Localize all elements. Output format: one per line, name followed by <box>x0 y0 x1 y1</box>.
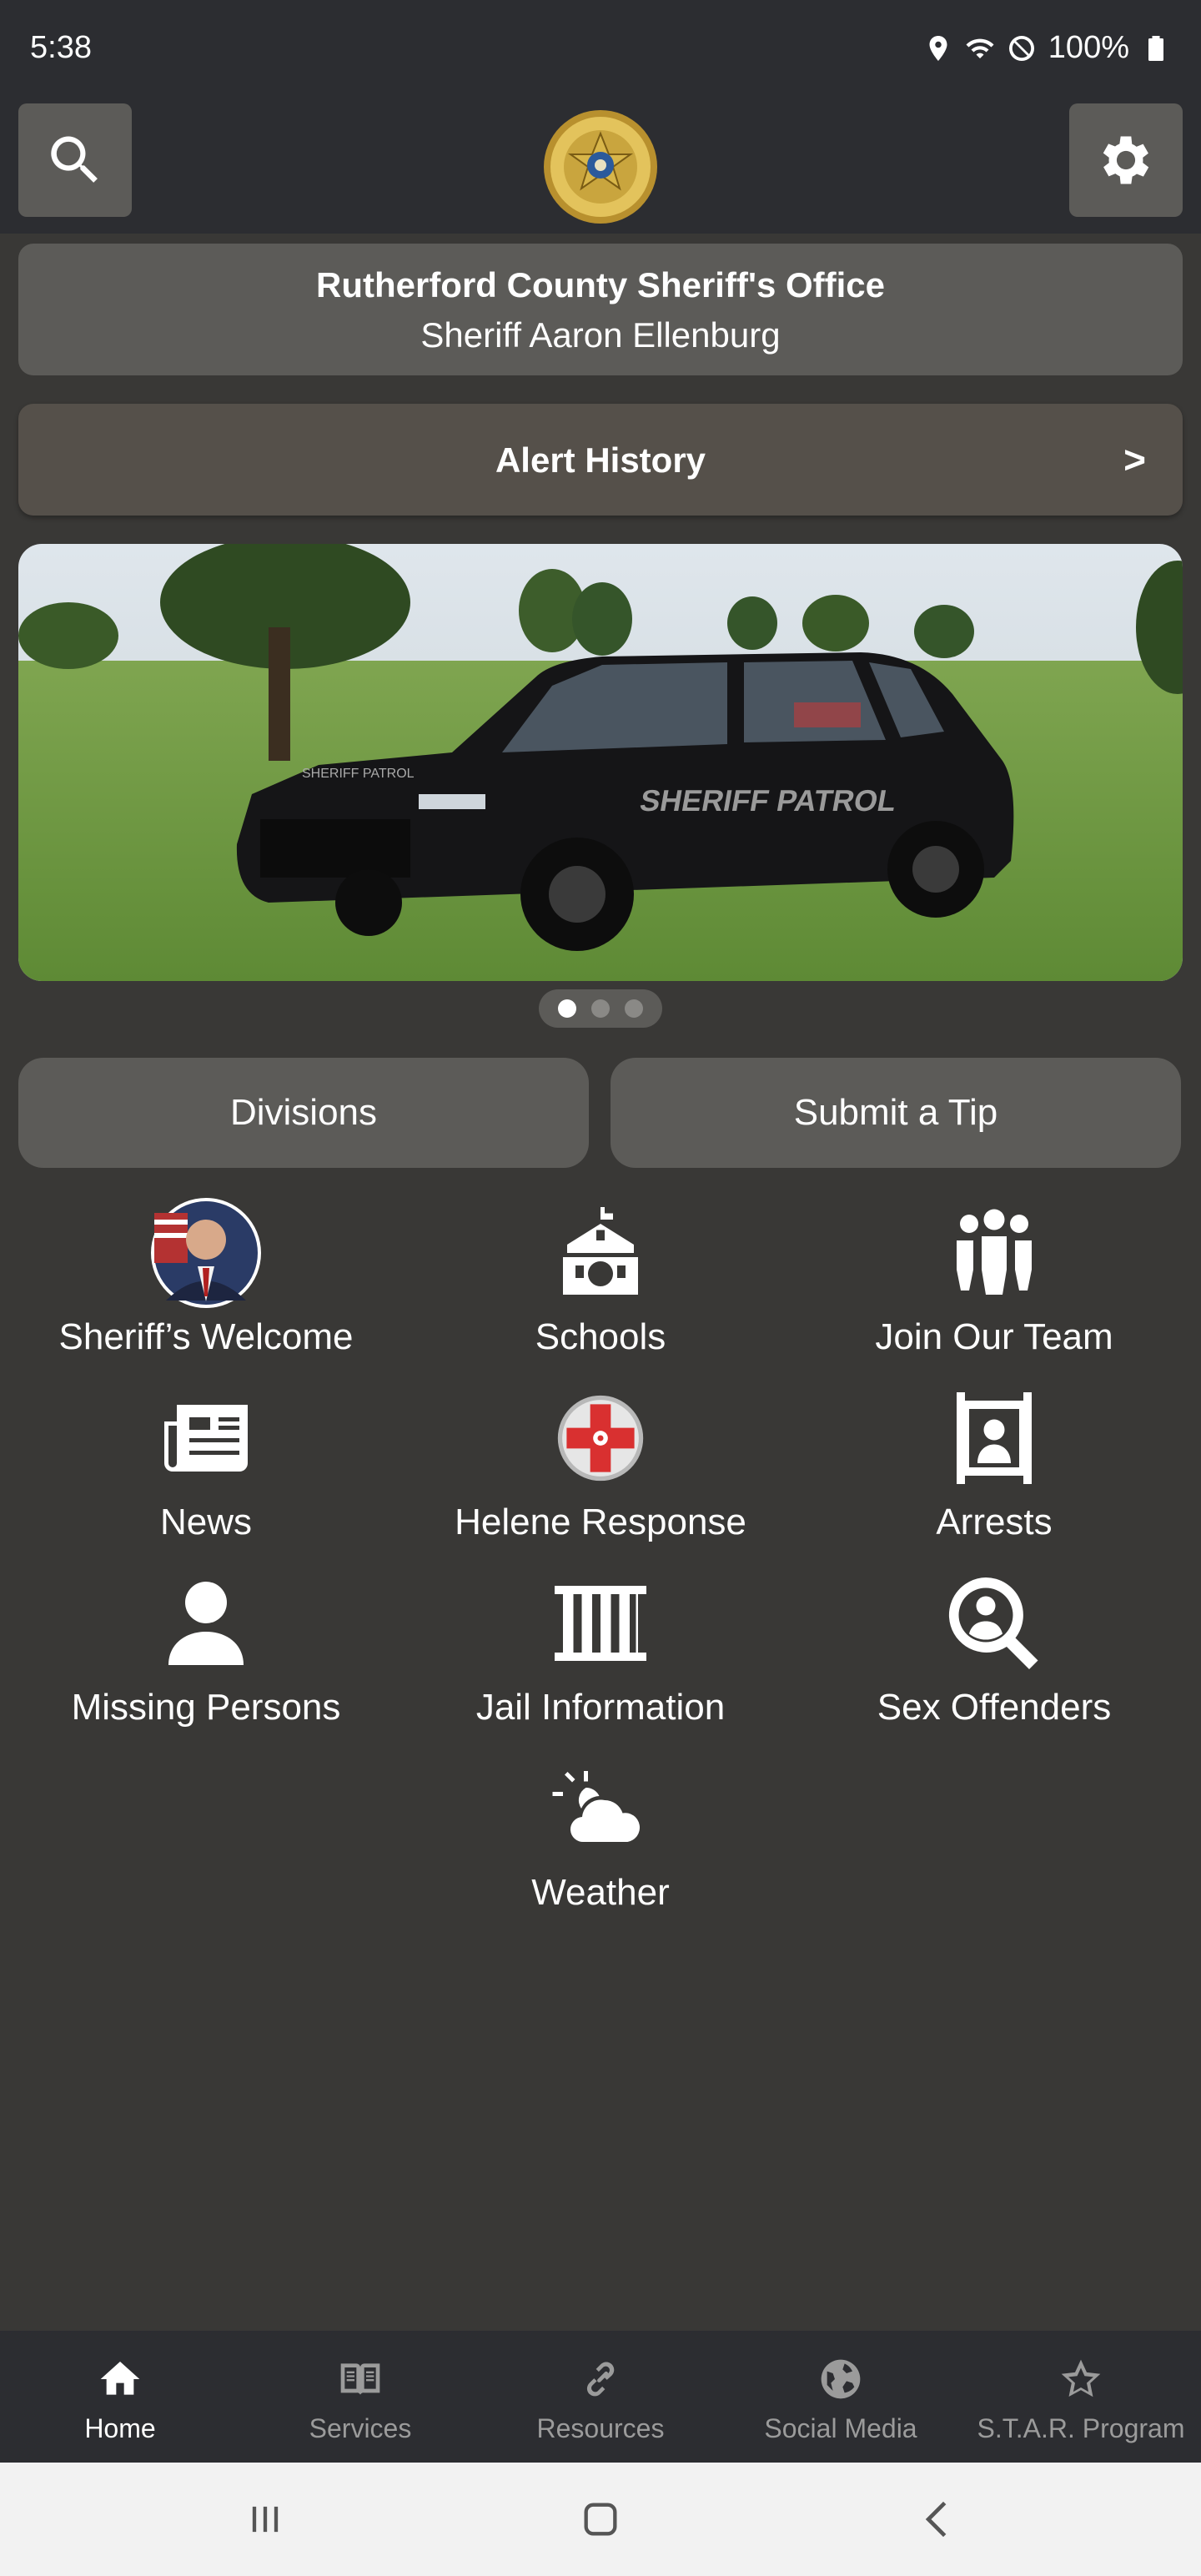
search-person-icon <box>948 1577 1038 1669</box>
nav-social-media[interactable]: Social Media <box>721 2331 961 2463</box>
sun-cloud-icon <box>552 1771 641 1843</box>
app-header <box>0 97 1201 234</box>
office-title-card: Rutherford County Sheriff's Office Sheri… <box>18 244 1183 375</box>
alert-history-button[interactable]: Alert History > <box>18 404 1183 516</box>
status-icons: 100% <box>923 30 1171 66</box>
bottom-navigation: Home Services Resources Social Media S.T… <box>0 2331 1201 2463</box>
grid-label: Schools <box>535 1316 666 1357</box>
app-root: 5:38 100% Rutherford County Sheriff's Of… <box>0 0 1201 2576</box>
battery-icon <box>1148 35 1163 61</box>
carousel-dot-3[interactable] <box>625 999 643 1018</box>
office-name: Rutherford County Sheriff's Office <box>315 265 885 304</box>
carousel-indicator[interactable] <box>539 989 662 1028</box>
nav-label: Resources <box>536 2413 665 2443</box>
grid-item-sheriffs-welcome[interactable]: Sheriff’s Welcome <box>14 1196 398 1358</box>
submit-tip-button[interactable]: Submit a Tip <box>611 1058 1181 1168</box>
home-icon <box>100 2362 140 2395</box>
carousel-dot-1[interactable] <box>558 999 576 1018</box>
grid-item-sex-offenders[interactable]: Sex Offenders <box>802 1567 1186 1728</box>
sheriff-portrait-avatar <box>149 1196 263 1310</box>
grid-label: Missing Persons <box>71 1687 341 1728</box>
grid-label: Jail Information <box>475 1687 726 1728</box>
carousel-dot-2[interactable] <box>591 999 610 1018</box>
svg-text:SHERIFF PATROL: SHERIFF PATROL <box>637 783 899 818</box>
search-icon <box>51 136 98 183</box>
nav-resources[interactable]: Resources <box>480 2331 721 2463</box>
grid-label: Sheriff’s Welcome <box>58 1316 354 1357</box>
grid-item-arrests[interactable]: Arrests <box>802 1381 1186 1543</box>
red-cross-hurricane-icon <box>557 1395 644 1482</box>
grid-label: Helene Response <box>455 1502 746 1542</box>
nav-label: Services <box>309 2413 412 2443</box>
people-group-icon <box>957 1209 1032 1295</box>
book-icon <box>340 2363 380 2395</box>
person-icon <box>168 1582 244 1665</box>
photo-carousel[interactable]: SHERIFF PATROL SHERIFF PATROL <box>18 544 1183 981</box>
settings-button[interactable] <box>1069 103 1183 217</box>
wifi-icon <box>966 38 994 58</box>
jail-bars-icon <box>555 1586 646 1661</box>
grid-label: Join Our Team <box>875 1316 1113 1357</box>
star-icon <box>1061 2359 1101 2397</box>
chevron-right-icon: > <box>1123 438 1146 481</box>
gear-icon <box>1103 136 1149 184</box>
newspaper-icon <box>164 1405 248 1472</box>
grid-item-helene-response[interactable]: Helene Response <box>409 1381 792 1543</box>
school-icon <box>563 1207 638 1295</box>
grid-label: Sex Offenders <box>877 1687 1112 1728</box>
grid-item-weather[interactable]: Weather <box>409 1752 792 1914</box>
location-icon <box>929 35 947 61</box>
mugshot-icon <box>957 1392 1032 1484</box>
alert-history-label: Alert History <box>495 440 706 480</box>
link-icon <box>586 2362 615 2397</box>
sheriff-name: Sheriff Aaron Ellenburg <box>420 315 781 355</box>
grid-item-jail-information[interactable]: Jail Information <box>409 1567 792 1728</box>
battery-percent: 100% <box>1048 30 1129 65</box>
grid-item-join-our-team[interactable]: Join Our Team <box>802 1196 1186 1358</box>
status-bar: 5:38 100% <box>0 0 1201 97</box>
recent-apps-icon[interactable] <box>244 2498 287 2541</box>
grid-label: Arrests <box>936 1502 1053 1542</box>
grid-label: News <box>159 1502 253 1542</box>
grid-item-schools[interactable]: Schools <box>409 1196 792 1358</box>
divisions-button[interactable]: Divisions <box>18 1058 589 1168</box>
nav-label: S.T.A.R. Program <box>977 2413 1185 2443</box>
nav-home[interactable]: Home <box>0 2331 240 2463</box>
sheriff-badge-logo <box>544 110 657 224</box>
grid-item-news[interactable]: News <box>14 1381 398 1543</box>
nav-label: Social Media <box>764 2413 917 2443</box>
back-icon[interactable] <box>916 2498 959 2541</box>
svg-text:SHERIFF PATROL: SHERIFF PATROL <box>302 767 415 781</box>
grid-item-missing-persons[interactable]: Missing Persons <box>14 1567 398 1728</box>
system-navigation-bar <box>0 2463 1201 2576</box>
home-system-icon[interactable] <box>579 2498 622 2541</box>
grid-label: Weather <box>531 1872 670 1913</box>
nav-services[interactable]: Services <box>240 2331 480 2463</box>
search-button[interactable] <box>18 103 132 217</box>
status-time: 5:38 <box>30 30 92 65</box>
nav-star-program[interactable]: S.T.A.R. Program <box>961 2331 1201 2463</box>
patrol-car-photo: SHERIFF PATROL SHERIFF PATROL <box>18 544 1183 981</box>
nav-label: Home <box>84 2413 156 2443</box>
do-not-disturb-icon <box>1008 35 1034 61</box>
globe-icon <box>821 2359 861 2399</box>
